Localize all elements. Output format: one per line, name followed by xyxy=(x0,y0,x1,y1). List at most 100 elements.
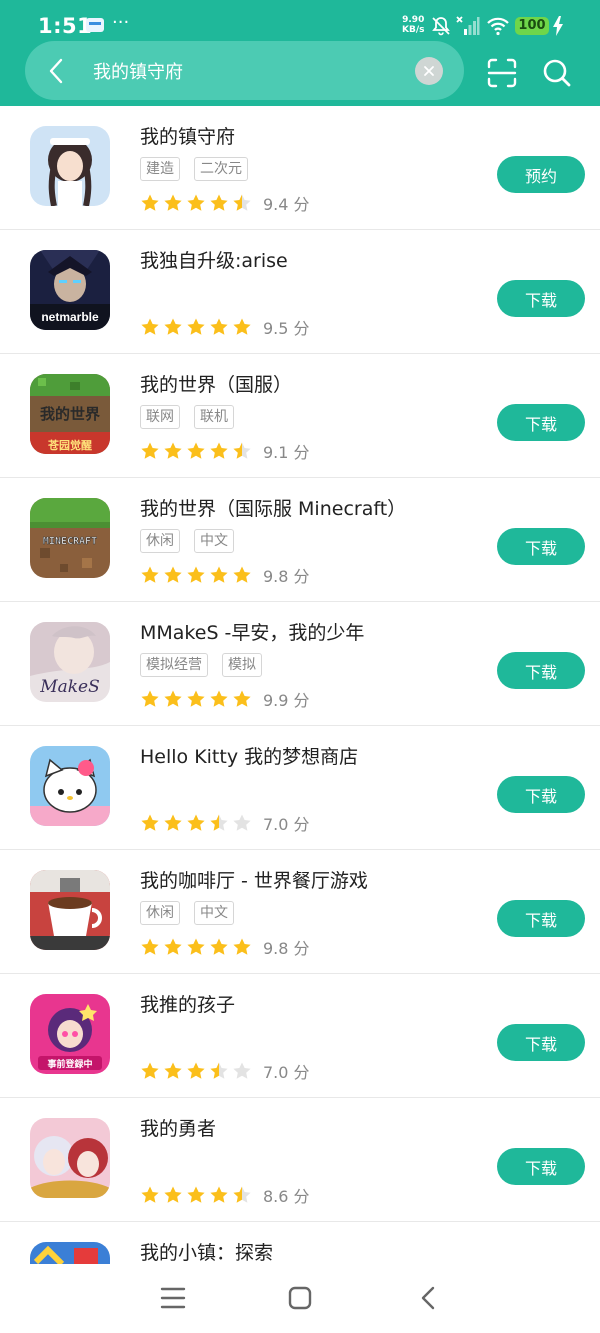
app-icon-mmakes[interactable]: MakeS xyxy=(30,622,110,702)
app-icon-minecraft-intl[interactable]: MINECRAFT xyxy=(30,498,110,578)
stars xyxy=(140,937,255,956)
star-rating: 7.0 分 xyxy=(140,1059,310,1082)
star-full-icon xyxy=(210,442,228,459)
download-button[interactable]: 下载 xyxy=(497,404,585,441)
rating-score: 7.0 分 xyxy=(263,815,310,834)
app-icon-zhenshoufu[interactable] xyxy=(30,126,110,206)
tag[interactable]: 二次元 xyxy=(194,157,248,181)
result-item[interactable]: Hello Kitty 我的梦想商店 7.0 分 下载 xyxy=(0,726,600,850)
app-icon-hello-kitty[interactable] xyxy=(30,746,110,826)
app-icon-image xyxy=(30,746,110,826)
star-full-icon xyxy=(141,938,159,955)
clear-search-button[interactable] xyxy=(415,57,443,85)
star-full-icon xyxy=(233,566,251,583)
app-name[interactable]: 我的世界（国服） xyxy=(140,370,292,397)
back-button[interactable] xyxy=(39,53,75,89)
download-button[interactable]: 下载 xyxy=(497,652,585,689)
app-icon-my-cafe[interactable] xyxy=(30,870,110,950)
rating-score: 7.0 分 xyxy=(263,1063,310,1082)
download-button[interactable]: 下载 xyxy=(497,528,585,565)
stars xyxy=(140,1185,255,1204)
app-name[interactable]: 我推的孩子 xyxy=(140,990,235,1017)
app-name[interactable]: 我的咖啡厅 - 世界餐厅游戏 xyxy=(140,866,368,893)
star-half-icon xyxy=(210,814,228,831)
search-icon xyxy=(543,59,571,87)
result-item[interactable]: 我的世界 苍园觉醒 我的世界（国服） 联网 联机 9.1 分 下载 xyxy=(0,354,600,478)
scan-button[interactable] xyxy=(486,57,518,89)
star-full-icon xyxy=(141,194,159,211)
tag[interactable]: 联网 xyxy=(140,405,180,429)
back-arrow-icon xyxy=(421,1286,435,1310)
download-button[interactable]: 下载 xyxy=(497,280,585,317)
star-rating: 9.8 分 xyxy=(140,563,310,586)
tag[interactable]: 中文 xyxy=(194,529,234,553)
result-item[interactable]: MakeS MMakeS -早安，我的少年 模拟经营 模拟 9.9 分 下载 xyxy=(0,602,600,726)
system-back-button[interactable] xyxy=(413,1282,445,1314)
home-button[interactable] xyxy=(284,1282,316,1314)
app-name[interactable]: 我的小镇：探索 xyxy=(140,1238,273,1264)
rating-score: 8.6 分 xyxy=(263,1187,310,1206)
app-icon-my-hero[interactable] xyxy=(30,1118,110,1198)
star-rating: 9.8 分 xyxy=(140,935,310,958)
app-name[interactable]: 我独自升级:arise xyxy=(140,246,288,273)
tag[interactable]: 休闲 xyxy=(140,529,180,553)
net-speed-unit: KB/s xyxy=(402,25,425,35)
app-name[interactable]: 我的勇者 xyxy=(140,1114,216,1141)
download-button[interactable]: 下载 xyxy=(497,1148,585,1185)
result-item[interactable]: 我的勇者 8.6 分 下载 xyxy=(0,1098,600,1222)
stars xyxy=(140,317,255,336)
app-icon-minecraft-cn[interactable]: 我的世界 苍园觉醒 xyxy=(30,374,110,454)
tag[interactable]: 休闲 xyxy=(140,901,180,925)
icon-label: 事前登録中 xyxy=(47,1058,92,1070)
app-icon-image: MINECRAFT xyxy=(30,498,110,578)
result-item[interactable]: 我的咖啡厅 - 世界餐厅游戏 休闲 中文 9.8 分 下载 xyxy=(0,850,600,974)
star-rating: 8.6 分 xyxy=(140,1183,310,1206)
result-item[interactable]: 我的小镇：探索 xyxy=(0,1222,600,1264)
app-name[interactable]: Hello Kitty 我的梦想商店 xyxy=(140,742,358,769)
star-full-icon xyxy=(187,938,205,955)
charging-icon xyxy=(553,16,563,36)
star-rating: 9.1 分 xyxy=(140,439,310,462)
app-icon-oshi-no-ko[interactable]: 事前登録中 xyxy=(30,994,110,1074)
result-item[interactable]: MINECRAFT 我的世界（国际服 Minecraft） 休闲 中文 9.8 分… xyxy=(0,478,600,602)
reserve-button[interactable]: 预约 xyxy=(497,156,585,193)
wallet-card-icon xyxy=(86,18,104,32)
search-results-list: 我的镇守府 建造 二次元 9.4 分 预约 netmarble 我独自升级:ari… xyxy=(0,106,600,1264)
star-full-icon xyxy=(233,690,251,707)
search-button[interactable] xyxy=(541,57,573,89)
app-icon-image: 我的世界 苍园觉醒 xyxy=(30,374,110,454)
star-half-icon xyxy=(210,1062,228,1079)
app-icon-solo-leveling[interactable]: netmarble xyxy=(30,250,110,330)
star-full-icon xyxy=(141,814,159,831)
result-item[interactable]: netmarble 我独自升级:arise 9.5 分 下载 xyxy=(0,230,600,354)
app-name[interactable]: 我的世界（国际服 Minecraft） xyxy=(140,494,406,521)
app-icon-my-town[interactable] xyxy=(30,1242,110,1264)
recent-apps-button[interactable] xyxy=(157,1282,189,1314)
download-button[interactable]: 下载 xyxy=(497,776,585,813)
tag[interactable]: 模拟经营 xyxy=(140,653,208,677)
tag[interactable]: 建造 xyxy=(140,157,180,181)
bell-muted-icon xyxy=(432,17,450,36)
tag[interactable]: 联机 xyxy=(194,405,234,429)
star-full-icon xyxy=(187,1186,205,1203)
app-name[interactable]: MMakeS -早安，我的少年 xyxy=(140,618,364,645)
result-item[interactable]: 我的镇守府 建造 二次元 9.4 分 预约 xyxy=(0,106,600,230)
star-full-icon xyxy=(210,690,228,707)
scan-icon xyxy=(487,58,517,88)
more-notifications-icon: ··· xyxy=(112,12,130,33)
status-time: 1:51 xyxy=(38,14,93,38)
status-bar: 1:51 ··· 9.90 KB/s 100 xyxy=(0,0,600,46)
battery-level: 100 xyxy=(515,17,549,35)
download-button[interactable]: 下载 xyxy=(497,900,585,937)
star-full-icon xyxy=(164,442,182,459)
tag[interactable]: 中文 xyxy=(194,901,234,925)
app-name[interactable]: 我的镇守府 xyxy=(140,122,235,149)
tag-list: 建造 二次元 xyxy=(140,157,262,181)
tag-list: 休闲 中文 xyxy=(140,901,248,925)
system-nav-bar xyxy=(0,1264,600,1333)
tag[interactable]: 模拟 xyxy=(222,653,262,677)
result-item[interactable]: 事前登録中 我推的孩子 7.0 分 下载 xyxy=(0,974,600,1098)
search-input[interactable] xyxy=(93,55,403,87)
download-button[interactable]: 下载 xyxy=(497,1024,585,1061)
star-full-icon xyxy=(164,566,182,583)
